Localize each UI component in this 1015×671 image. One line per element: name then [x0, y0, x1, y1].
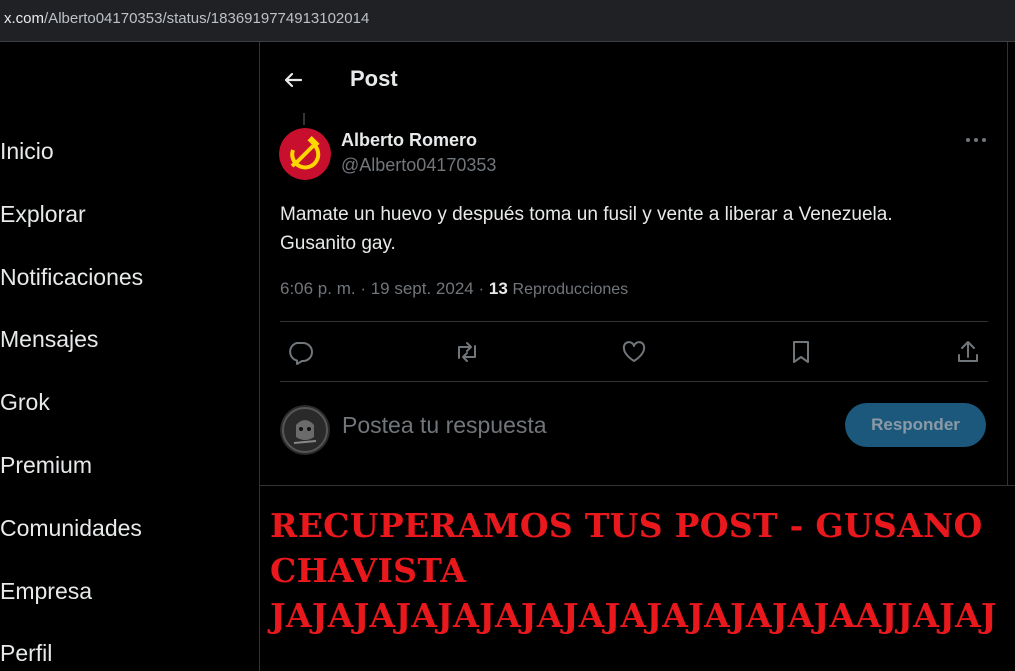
url-text[interactable]: x.com/Alberto04170353/status/18369197749… — [4, 10, 369, 27]
post-time[interactable]: 6:06 p. m. — [280, 279, 356, 298]
divider — [259, 485, 1015, 486]
views-count: 13 — [488, 279, 508, 298]
banner-line: RECUPERAMOS TUS POST - GUSANO — [270, 506, 983, 545]
banner-line: JAJAJAJAJAJAJAJAJAJAJAJAJAJAAJJAJAJ — [270, 596, 997, 635]
sidebar-item-perfil[interactable]: Perfil — [0, 640, 52, 667]
sidebar-item-premium[interactable]: Premium — [0, 452, 92, 479]
divider — [280, 321, 988, 322]
divider — [280, 381, 988, 382]
author-avatar[interactable] — [279, 128, 331, 180]
browser-address-bar[interactable]: x.com/Alberto04170353/status/18369197749… — [0, 0, 1015, 42]
author-name[interactable]: Alberto Romero — [341, 130, 477, 151]
more-options-icon[interactable] — [962, 128, 990, 152]
bookmark-icon[interactable] — [787, 338, 815, 366]
sidebar-item-grok[interactable]: Grok — [0, 389, 50, 416]
views-label: Reproducciones — [512, 281, 629, 298]
sidebar-item-explorar[interactable]: Explorar — [0, 201, 86, 228]
user-avatar[interactable] — [280, 405, 330, 455]
arrow-left-icon[interactable] — [281, 66, 305, 94]
hammer-sickle-icon — [279, 128, 331, 180]
sidebar-item-inicio[interactable]: Inicio — [0, 138, 54, 165]
share-icon[interactable] — [954, 338, 982, 366]
repost-icon[interactable] — [453, 338, 481, 366]
main-column-border-left — [259, 42, 260, 671]
post-text: Mamate un huevo y después toma un fusil … — [280, 200, 990, 258]
post-text-line: Mamate un huevo y después toma un fusil … — [280, 204, 893, 225]
author-handle[interactable]: @Alberto04170353 — [341, 155, 496, 176]
main-column-border-right — [1007, 42, 1008, 485]
sidebar-item-comunidades[interactable]: Comunidades — [0, 515, 142, 542]
post-date[interactable]: 19 sept. 2024 — [371, 279, 474, 298]
reply-button[interactable]: Responder — [845, 403, 986, 447]
post-text-line: Gusanito gay. — [280, 233, 396, 254]
sidebar-nav: Inicio Explorar Notificaciones Mensajes … — [0, 42, 259, 671]
post-meta: 6:06 p. m. · 19 sept. 2024 · 13 Reproduc… — [280, 279, 629, 298]
reply-input[interactable]: Postea tu respuesta — [342, 412, 822, 439]
sidebar-item-notificaciones[interactable]: Notificaciones — [0, 264, 143, 291]
page-title: Post — [350, 66, 398, 91]
sidebar-item-mensajes[interactable]: Mensajes — [0, 326, 98, 353]
reply-icon[interactable] — [286, 338, 314, 366]
overlay-banner: RECUPERAMOS TUS POST - GUSANO CHAVISTA J… — [270, 503, 1005, 638]
sidebar-item-empresa[interactable]: Empresa — [0, 578, 92, 605]
banner-line: CHAVISTA — [270, 551, 467, 590]
thread-line — [303, 113, 305, 125]
like-icon[interactable] — [620, 338, 648, 366]
